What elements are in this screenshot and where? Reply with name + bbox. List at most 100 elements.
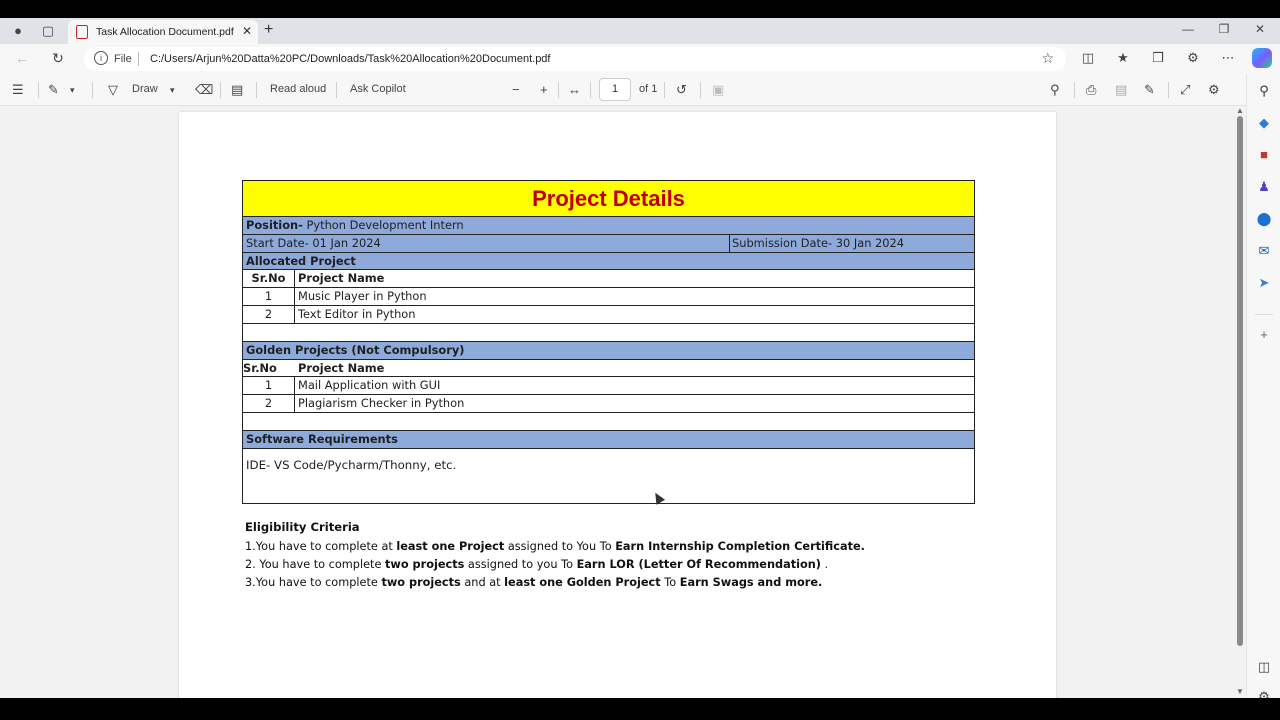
add-icon[interactable]: + bbox=[1255, 326, 1273, 344]
save-icon[interactable]: ▤ bbox=[1115, 82, 1127, 98]
col-sr: Sr.No bbox=[243, 270, 295, 288]
print-icon[interactable]: ⎙ bbox=[1086, 82, 1096, 98]
refresh-icon[interactable]: ↻ bbox=[48, 50, 68, 67]
divider bbox=[38, 82, 39, 98]
minimize-icon[interactable]: — bbox=[1178, 22, 1198, 36]
submission-date: Submission Date- 30 Jan 2024 bbox=[729, 234, 974, 252]
divider bbox=[256, 82, 257, 98]
allocated-heading: Allocated Project bbox=[243, 252, 974, 271]
edge-sidebar: ⚲ ◆ ■ ♟ ⬤ ✉ ➤ + ◫ ⚙ bbox=[1246, 74, 1280, 698]
add-text-icon[interactable]: ▤ bbox=[231, 82, 243, 98]
eraser-icon[interactable]: ⌫ bbox=[195, 82, 213, 98]
search-icon[interactable]: ⚲ bbox=[1050, 82, 1060, 98]
tab-task-allocation[interactable]: Task Allocation Document.pdf ✕ bbox=[68, 20, 258, 44]
tools-icon[interactable]: ■ bbox=[1255, 146, 1273, 164]
pdf-viewer[interactable]: Project Details Position- Python Develop… bbox=[0, 106, 1234, 698]
table-row: 1 Mail Application with GUI bbox=[243, 377, 974, 396]
eligibility-heading: Eligibility Criteria bbox=[245, 520, 360, 534]
split-screen-icon[interactable]: ◫ bbox=[1078, 50, 1098, 66]
dates-row: Start Date- 01 Jan 2024 Submission Date-… bbox=[243, 234, 974, 253]
collections-icon[interactable]: ❒ bbox=[1148, 50, 1168, 66]
eligibility-item: 3.You have to complete two projects and … bbox=[245, 576, 823, 590]
table-header-row: Sr.No Project Name bbox=[243, 270, 974, 289]
scheme-label: File bbox=[114, 53, 132, 65]
divider bbox=[1074, 82, 1075, 98]
back-icon[interactable]: ← bbox=[12, 50, 32, 66]
position-value: Python Development Intern bbox=[302, 218, 464, 232]
table-header-row: Sr.No Project Name bbox=[243, 360, 974, 378]
info-icon[interactable]: i bbox=[94, 51, 108, 65]
pdf-page: Project Details Position- Python Develop… bbox=[179, 112, 1056, 698]
table-row: 2 Plagiarism Checker in Python bbox=[243, 395, 974, 413]
games-icon[interactable]: ♟ bbox=[1255, 178, 1273, 196]
shopping-tag-icon[interactable]: ◆ bbox=[1255, 114, 1273, 132]
chevron-down-icon[interactable]: ▾ bbox=[170, 85, 175, 96]
divider bbox=[336, 82, 337, 98]
zoom-out-icon[interactable]: − bbox=[512, 82, 520, 97]
divider bbox=[138, 52, 139, 66]
microsoft-365-icon[interactable]: ⬤ bbox=[1255, 210, 1273, 228]
tab-strip: ● ▢ Task Allocation Document.pdf ✕ + — ❐… bbox=[0, 18, 1280, 44]
scroll-up-icon[interactable]: ▲ bbox=[1236, 106, 1244, 115]
fullscreen-icon[interactable]: ⤢ bbox=[1180, 82, 1190, 98]
software-heading: Software Requirements bbox=[243, 430, 974, 449]
document-title: Project Details bbox=[243, 181, 974, 217]
more-options-icon[interactable]: ⋯ bbox=[1218, 50, 1238, 66]
outlook-icon[interactable]: ✉ bbox=[1255, 242, 1273, 260]
page-view-icon[interactable]: ▣ bbox=[712, 82, 724, 98]
vertical-scrollbar[interactable]: ▲ ▼ bbox=[1234, 106, 1246, 698]
zoom-in-icon[interactable]: + bbox=[540, 82, 548, 97]
divider bbox=[700, 82, 701, 98]
tab-close-icon[interactable]: ✕ bbox=[242, 24, 252, 38]
divider bbox=[92, 82, 93, 98]
browser-window: ● ▢ Task Allocation Document.pdf ✕ + — ❐… bbox=[0, 18, 1280, 698]
ask-copilot-button[interactable]: Ask Copilot bbox=[350, 83, 406, 95]
profile-icon[interactable]: ● bbox=[10, 23, 26, 39]
divider bbox=[664, 82, 665, 98]
scrollbar-thumb[interactable] bbox=[1237, 116, 1243, 646]
divider bbox=[558, 82, 559, 98]
new-tab-icon[interactable]: + bbox=[264, 21, 273, 39]
pdf-file-icon bbox=[76, 25, 88, 39]
read-aloud-button[interactable]: Read aloud bbox=[270, 83, 326, 95]
start-date: Start Date- 01 Jan 2024 bbox=[246, 235, 381, 250]
table-row: 1 Music Player in Python bbox=[243, 288, 974, 306]
fit-page-icon[interactable]: ↔ bbox=[568, 82, 581, 97]
project-details-table: Project Details Position- Python Develop… bbox=[242, 180, 975, 504]
settings-icon[interactable]: ⚙ bbox=[1208, 82, 1220, 98]
restore-icon[interactable]: ❐ bbox=[1214, 22, 1234, 36]
favorite-star-icon[interactable]: ☆ bbox=[1041, 50, 1054, 67]
col-name: Project Name bbox=[298, 271, 385, 286]
favorites-icon[interactable]: ★ bbox=[1113, 50, 1133, 66]
contents-icon[interactable]: ☰ bbox=[12, 82, 24, 98]
page-total: of 1 bbox=[639, 83, 658, 95]
divider bbox=[220, 82, 221, 98]
draw-button[interactable]: Draw bbox=[132, 83, 158, 95]
blank-row bbox=[243, 413, 974, 431]
eligibility-item: 2. You have to complete two projects ass… bbox=[245, 558, 829, 572]
scroll-down-icon[interactable]: ▼ bbox=[1236, 687, 1244, 696]
copilot-icon[interactable] bbox=[1252, 48, 1272, 68]
chevron-down-icon[interactable]: ▾ bbox=[70, 85, 75, 96]
drop-icon[interactable]: ➤ bbox=[1255, 274, 1273, 292]
extensions-icon[interactable]: ⚙ bbox=[1183, 50, 1203, 66]
window-close-icon[interactable]: ✕ bbox=[1250, 22, 1270, 36]
divider bbox=[1255, 314, 1273, 315]
sidebar-toggle-icon[interactable]: ◫ bbox=[1255, 658, 1273, 676]
golden-heading: Golden Projects (Not Compulsory) bbox=[243, 341, 974, 360]
pdf-toolbar: ☰ ✎ ▾ ▽ Draw ▾ ⌫ ▤ Read aloud Ask Copilo… bbox=[0, 74, 1246, 106]
page-number-input[interactable]: 1 bbox=[599, 78, 631, 101]
workspaces-icon[interactable]: ▢ bbox=[40, 23, 56, 39]
address-bar[interactable]: i File C:/Users/Arjun%20Datta%20PC/Downl… bbox=[84, 47, 1066, 71]
sidebar-settings-icon[interactable]: ⚙ bbox=[1255, 688, 1273, 698]
rotate-icon[interactable]: ↺ bbox=[676, 82, 687, 98]
tab-title: Task Allocation Document.pdf bbox=[96, 26, 234, 38]
position-row: Position- Python Development Intern bbox=[243, 217, 974, 235]
eligibility-section: Eligibility Criteria 1.You have to compl… bbox=[245, 520, 865, 593]
divider bbox=[1168, 82, 1169, 98]
url-text[interactable]: C:/Users/Arjun%20Datta%20PC/Downloads/Ta… bbox=[150, 53, 550, 65]
draw-icon[interactable]: ▽ bbox=[108, 82, 118, 98]
search-icon[interactable]: ⚲ bbox=[1255, 82, 1273, 100]
save-as-icon[interactable]: ✎ bbox=[1144, 82, 1155, 98]
highlight-icon[interactable]: ✎ bbox=[48, 82, 59, 98]
